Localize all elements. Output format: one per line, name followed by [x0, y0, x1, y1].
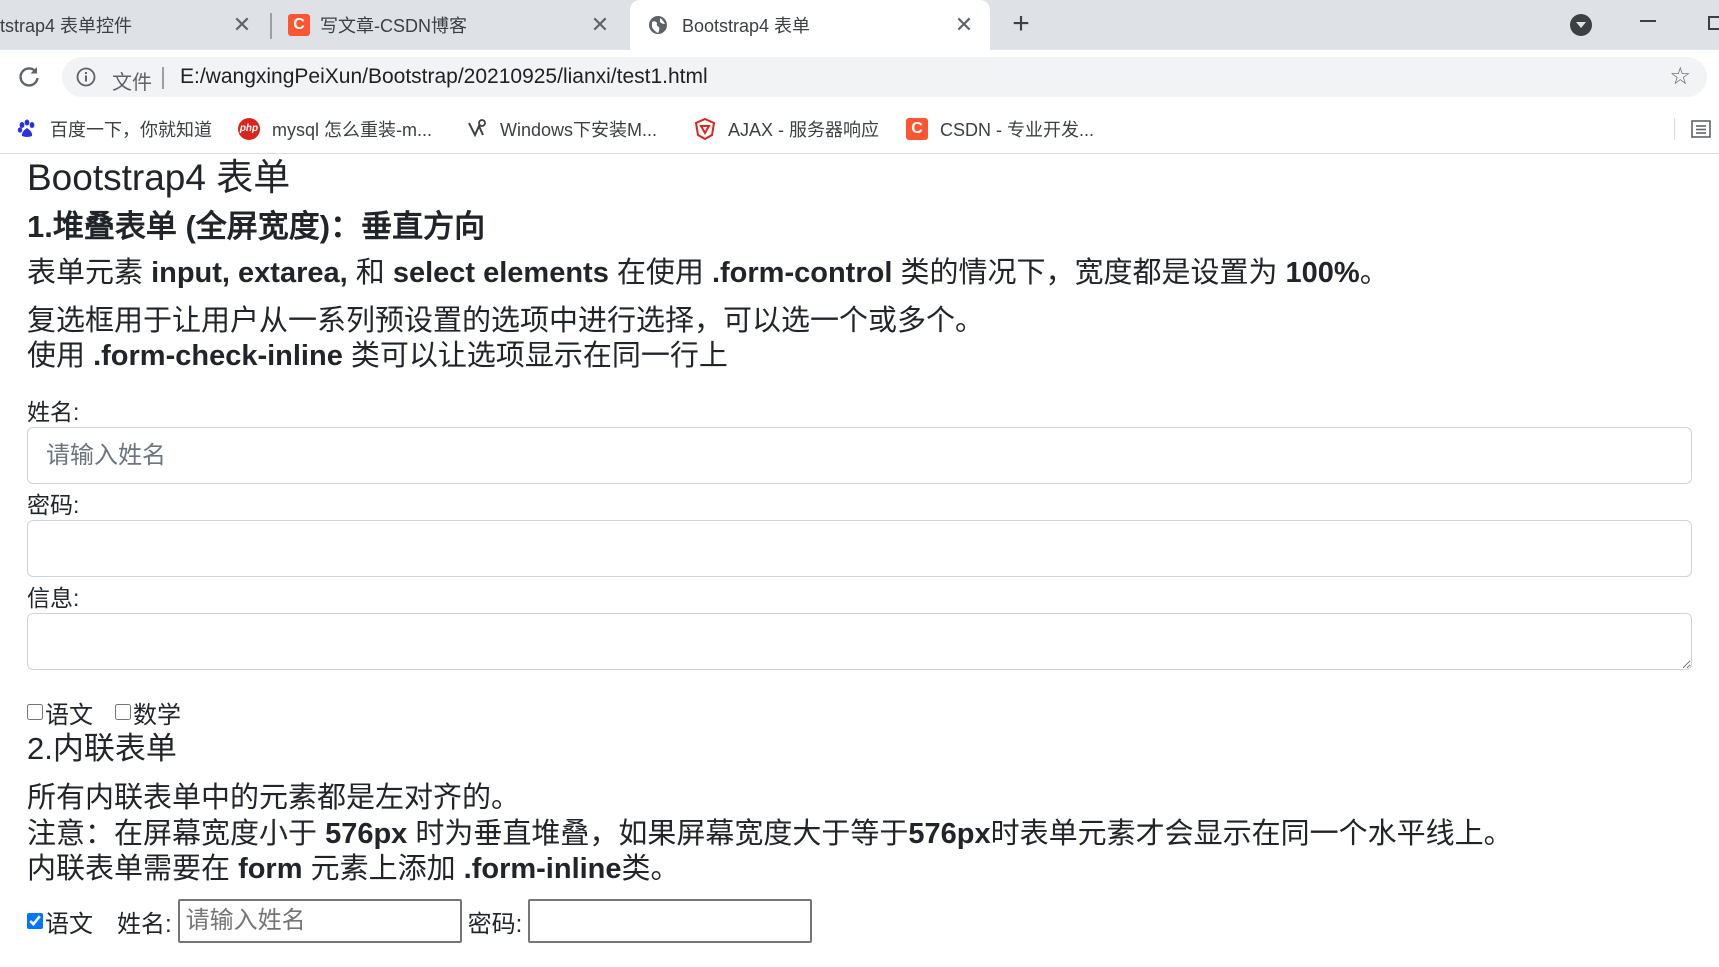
bookmark-label: 百度一下，你就知道 [50, 120, 212, 140]
inline-password-input[interactable] [528, 899, 813, 943]
name-label: 姓名: [27, 399, 80, 425]
reload-icon[interactable] [16, 64, 42, 90]
section1-paragraph-2: 复选框用于让用户从一系列预设置的选项中进行选择，可以选一个或多个。 [27, 305, 985, 337]
bookmark-star-icon[interactable]: ☆ [1669, 63, 1691, 91]
inline-chinese-checkbox[interactable] [27, 913, 43, 929]
tab-title: Bootstrap4 表单 [682, 16, 811, 36]
section2-paragraph-1: 所有内联表单中的元素都是左对齐的。 [27, 782, 521, 814]
math-checkbox[interactable] [115, 704, 131, 720]
w3-shield-icon [694, 118, 716, 140]
bookmark-logo-icon [468, 119, 486, 138]
tab-csdn-write[interactable]: C 写文章-CSDN博客 ✕ [272, 0, 626, 50]
globe-icon [649, 16, 667, 34]
bookmark-label: mysql 怎么重装-m... [272, 120, 432, 140]
password-input[interactable] [27, 520, 1692, 577]
reading-list-icon[interactable] [1690, 118, 1712, 140]
address-separator [162, 67, 164, 89]
address-bar[interactable]: 文件 E:/wangxingPeiXun/Bootstrap/20210925/… [62, 57, 1707, 97]
new-tab-button[interactable]: + [1006, 9, 1036, 40]
tab-bootstrap-form[interactable]: Bootstrap4 表单 ✕ [630, 0, 990, 50]
tab-title: 写文章-CSDN博客 [320, 16, 467, 36]
bookmark-label: CSDN - 专业开发... [940, 120, 1095, 140]
checkbox-math[interactable]: 数学 [115, 695, 181, 730]
page-content: Bootstrap4 表单 1.堆叠表单 (全屏宽度)：垂直方向 表单元素 in… [0, 155, 1719, 967]
inline-checkbox-label: 语文 [45, 910, 93, 938]
section1-paragraph-1: 表单元素 input, extarea, 和 select elements 在… [27, 257, 1389, 289]
close-icon[interactable]: ✕ [588, 13, 612, 37]
tab-search-icon[interactable] [1570, 14, 1592, 36]
checkbox-label: 数学 [133, 701, 181, 729]
bookmark-baidu[interactable]: 百度一下，你就知道 [16, 114, 212, 144]
inline-password-label: 密码: [467, 910, 523, 938]
bookmark-label: AJAX - 服务器响应 [728, 120, 880, 140]
close-icon[interactable]: ✕ [952, 13, 976, 37]
bookmark-windows[interactable]: Windows下安装M... [466, 114, 657, 144]
message-label: 信息: [27, 585, 80, 611]
section1-paragraph-3: 使用 .form-check-inline 类可以让选项显示在同一行上 [27, 340, 728, 372]
section2-heading: 2.内联表单 [27, 731, 177, 766]
inline-name-input[interactable] [177, 899, 462, 943]
name-input[interactable] [27, 427, 1692, 484]
url-text[interactable]: E:/wangxingPeiXun/Bootstrap/20210925/lia… [180, 65, 708, 89]
bookmark-csdn[interactable]: C CSDN - 专业开发... [906, 114, 1094, 144]
chinese-checkbox[interactable] [27, 704, 43, 720]
page-title: Bootstrap4 表单 [27, 157, 291, 198]
inline-name-label: 姓名: [117, 910, 172, 938]
message-textarea[interactable] [27, 613, 1692, 670]
info-icon[interactable] [76, 67, 96, 87]
minimize-icon[interactable] [1640, 20, 1656, 22]
tab-strip: tstrap4 表单控件 ✕ C 写文章-CSDN博客 ✕ Bootstrap4… [0, 0, 1719, 50]
checkbox-label: 语文 [45, 701, 93, 729]
php-icon: php [238, 118, 260, 140]
checkbox-group: 语文 数学 [27, 695, 203, 729]
bookmarks-separator [1674, 118, 1675, 140]
csdn-icon: C [906, 118, 928, 140]
csdn-icon: C [288, 14, 310, 36]
section1-heading: 1.堆叠表单 (全屏宽度)：垂直方向 [27, 209, 486, 244]
bookmark-ajax[interactable]: AJAX - 服务器响应 [694, 114, 879, 144]
checkbox-chinese[interactable]: 语文 [27, 695, 93, 730]
inline-form: 语文 姓名: 密码: [27, 898, 813, 944]
close-icon[interactable]: ✕ [230, 13, 254, 37]
bookmark-mysql[interactable]: php mysql 怎么重装-m... [238, 114, 432, 144]
tab-title: tstrap4 表单控件 [0, 16, 133, 36]
tab-form-controls[interactable]: tstrap4 表单控件 ✕ [0, 0, 268, 50]
section2-paragraph-2: 注意：在屏幕宽度小于 576px 时为垂直堆叠，如果屏幕宽度大于等于576px时… [27, 818, 1513, 850]
toolbar: 文件 E:/wangxingPeiXun/Bootstrap/20210925/… [0, 50, 1719, 104]
bookmark-label: Windows下安装M... [500, 120, 658, 140]
scheme-label: 文件 [112, 72, 152, 94]
restore-icon[interactable] [1708, 16, 1719, 30]
baidu-paw-icon [17, 119, 35, 137]
password-label: 密码: [27, 492, 80, 518]
section2-paragraph-3: 内联表单需要在 form 元素上添加 .form-inline类。 [27, 853, 680, 885]
bookmarks-bar: 百度一下，你就知道 php mysql 怎么重装-m... Windows下安装… [0, 104, 1719, 154]
